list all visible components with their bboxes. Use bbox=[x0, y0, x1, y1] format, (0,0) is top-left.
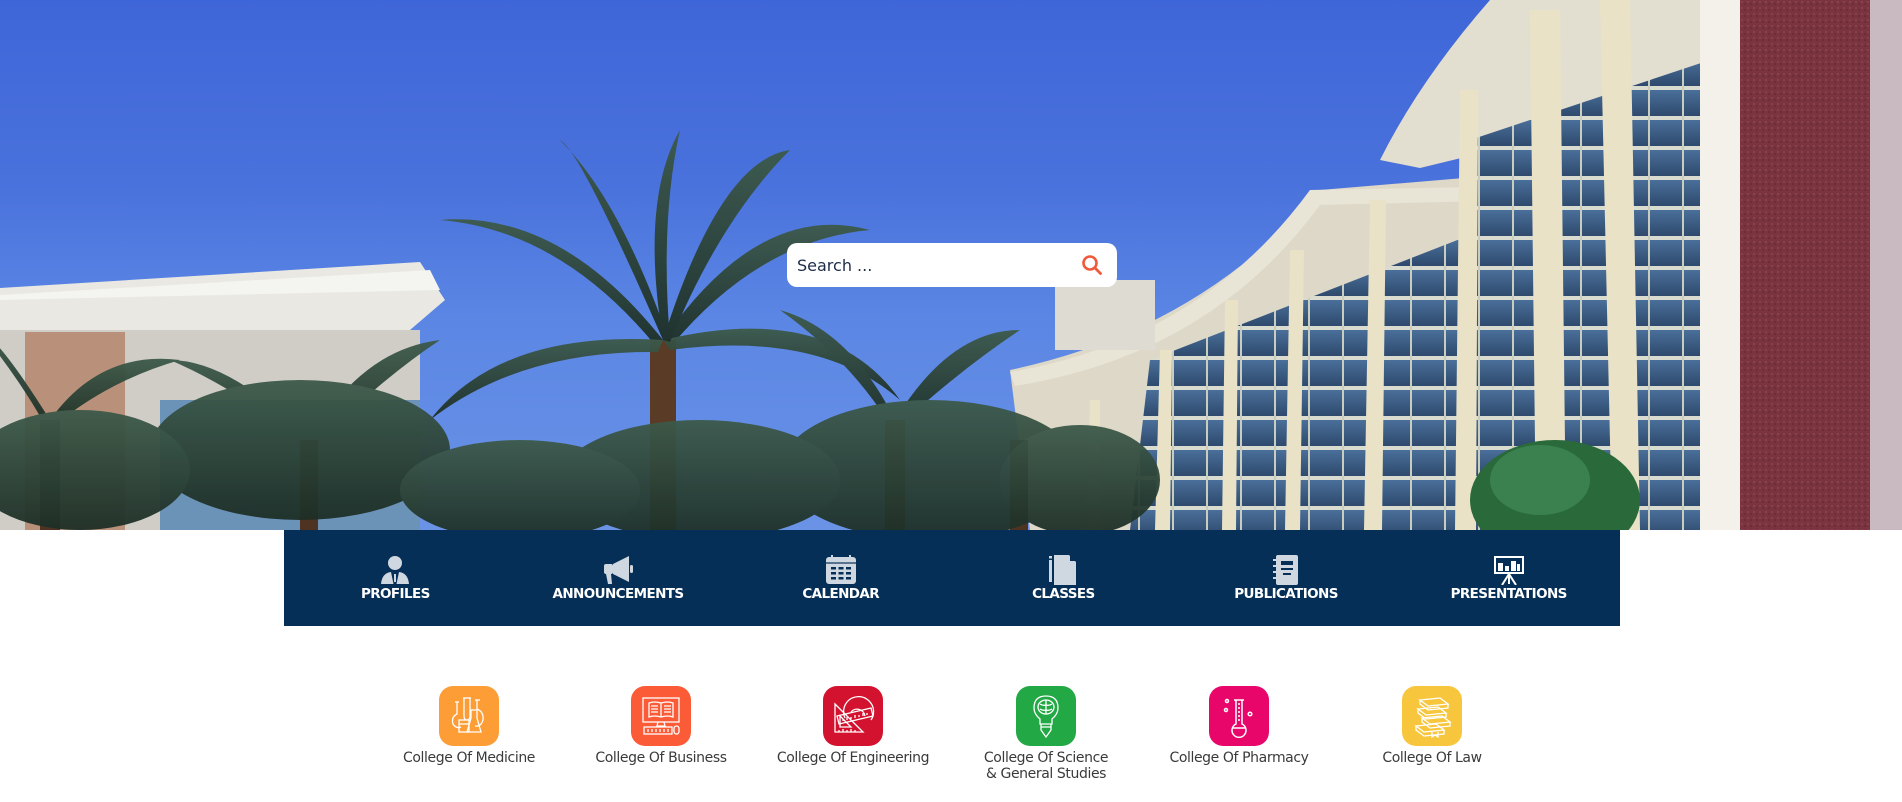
hero-banner bbox=[0, 0, 1902, 530]
colleges-list: College Of Medicine College Of Business bbox=[0, 686, 1902, 802]
quick-links-bar: PROFILES ANNOUNCEMENTS CALENDAR CLASSES … bbox=[284, 530, 1620, 626]
profile-icon bbox=[381, 556, 410, 584]
college-name: College Of Science & General Studies bbox=[983, 750, 1109, 782]
college-business[interactable]: College Of Business bbox=[571, 686, 751, 766]
college-tile bbox=[439, 686, 499, 746]
nav-item-publications[interactable]: PUBLICATIONS bbox=[1175, 530, 1398, 626]
protractor-ruler-icon bbox=[834, 696, 875, 733]
college-name: College Of Medicine bbox=[402, 750, 536, 766]
nav-item-profiles[interactable]: PROFILES bbox=[284, 530, 507, 626]
college-name: College Of Pharmacy bbox=[1169, 750, 1309, 766]
granite-column bbox=[1740, 0, 1870, 530]
college-engineering[interactable]: College Of Engineering bbox=[763, 686, 943, 766]
college-pharmacy[interactable]: College Of Pharmacy bbox=[1149, 686, 1329, 766]
test-tube-icon bbox=[1223, 698, 1253, 738]
document-icon bbox=[1049, 555, 1077, 585]
college-tile bbox=[631, 686, 691, 746]
search-input[interactable] bbox=[797, 250, 1079, 280]
nav-label: PROFILES bbox=[360, 586, 430, 602]
nav-label: ANNOUNCEMENTS bbox=[552, 586, 685, 602]
search-icon bbox=[1082, 255, 1102, 275]
nav-item-classes[interactable]: CLASSES bbox=[952, 530, 1175, 626]
college-medicine[interactable]: College Of Medicine bbox=[379, 686, 559, 766]
college-name: College Of Business bbox=[595, 750, 727, 766]
college-tile bbox=[823, 686, 883, 746]
college-name: College Of Engineering bbox=[776, 750, 930, 766]
college-tile bbox=[1016, 686, 1076, 746]
notebook-icon bbox=[1273, 555, 1299, 585]
nav-label: PRESENTATIONS bbox=[1450, 586, 1568, 602]
computer-book-icon bbox=[642, 697, 680, 735]
megaphone-icon bbox=[604, 556, 633, 584]
nav-label: CLASSES bbox=[1032, 586, 1095, 602]
nav-item-announcements[interactable]: ANNOUNCEMENTS bbox=[507, 530, 730, 626]
presentation-board-icon bbox=[1493, 556, 1524, 585]
college-science-general-studies[interactable]: College Of Science & General Studies bbox=[956, 686, 1136, 782]
nav-item-presentations[interactable]: PRESENTATIONS bbox=[1397, 530, 1620, 626]
college-law[interactable]: College Of Law bbox=[1342, 686, 1522, 766]
calendar-icon bbox=[825, 555, 856, 584]
college-tile bbox=[1209, 686, 1269, 746]
college-tile bbox=[1402, 686, 1462, 746]
college-name: College Of Law bbox=[1382, 750, 1482, 766]
books-stack-icon bbox=[1414, 697, 1452, 738]
nav-label: CALENDAR bbox=[802, 586, 880, 602]
search-button[interactable] bbox=[1079, 252, 1105, 278]
search-box bbox=[787, 243, 1117, 287]
lab-flasks-icon bbox=[451, 697, 484, 733]
nav-label: PUBLICATIONS bbox=[1234, 586, 1338, 602]
nav-item-calendar[interactable]: CALENDAR bbox=[729, 530, 952, 626]
bulb-brain-icon bbox=[1033, 695, 1059, 738]
